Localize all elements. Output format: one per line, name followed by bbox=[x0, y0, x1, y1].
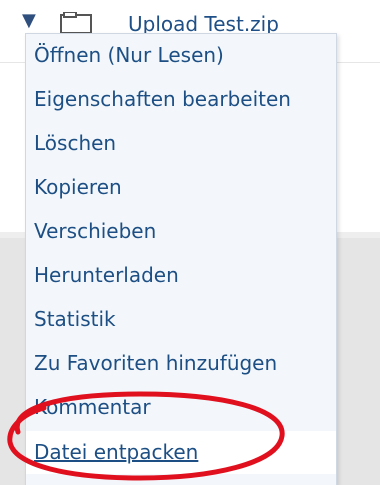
menu-item-statistics[interactable]: Statistik bbox=[26, 298, 336, 341]
menu-item-label: Statistik bbox=[34, 307, 116, 331]
menu-item-unpack-file[interactable]: Datei entpacken bbox=[26, 431, 336, 474]
caret-down-icon[interactable]: ▼ bbox=[22, 12, 36, 30]
menu-item-label: Löschen bbox=[34, 131, 117, 155]
menu-item-label: Kommentar bbox=[34, 395, 151, 419]
menu-item-copy[interactable]: Kopieren bbox=[26, 166, 336, 209]
folder-icon bbox=[60, 12, 92, 34]
menu-item-label: Eigenschaften bearbeiten bbox=[34, 87, 291, 111]
menu-item-download[interactable]: Herunterladen bbox=[26, 254, 336, 297]
menu-item-label: Herunterladen bbox=[34, 263, 179, 287]
menu-item-label: Zu Favoriten hinzufügen bbox=[34, 351, 278, 375]
menu-item-label: Verschieben bbox=[34, 219, 157, 243]
file-context-menu: Öffnen (Nur Lesen) Eigenschaften bearbei… bbox=[25, 33, 337, 485]
menu-item-comment[interactable]: Kommentar bbox=[26, 386, 336, 429]
screenshot-stage: ▼ Upload Test.zip Öffnen (Nur Lesen) Eig… bbox=[0, 0, 380, 485]
menu-item-move[interactable]: Verschieben bbox=[26, 210, 336, 253]
menu-item-label: Datei entpacken bbox=[34, 440, 199, 464]
menu-item-delete[interactable]: Löschen bbox=[26, 122, 336, 165]
menu-item-add-favorite[interactable]: Zu Favoriten hinzufügen bbox=[26, 342, 336, 385]
menu-item-open-readonly[interactable]: Öffnen (Nur Lesen) bbox=[26, 34, 336, 77]
menu-item-label: Kopieren bbox=[34, 175, 122, 199]
menu-item-edit-properties[interactable]: Eigenschaften bearbeiten bbox=[26, 78, 336, 121]
menu-item-label: Öffnen (Nur Lesen) bbox=[34, 43, 224, 67]
